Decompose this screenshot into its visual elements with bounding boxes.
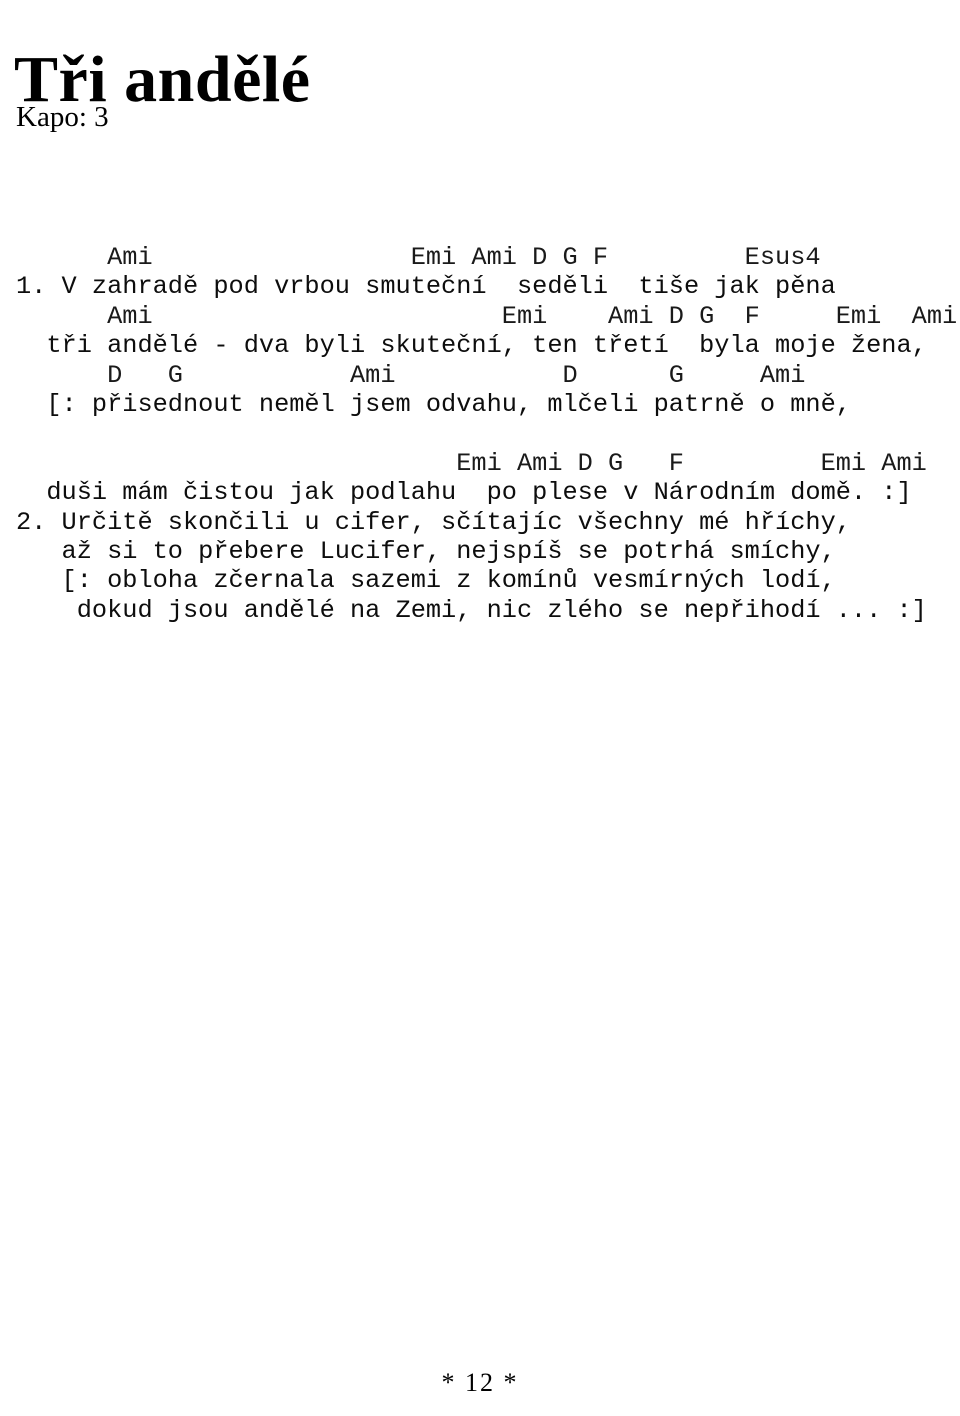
capo-label: Kapo: 3	[16, 101, 109, 133]
lyric-line: tři andělé - dva byli skuteční, ten třet…	[16, 331, 927, 361]
page-number-marker: * 12 *	[441, 1368, 519, 1397]
song-body: Ami Emi Ami D G F Esus4 1. V zahradě pod …	[16, 243, 960, 625]
lyric-line: [: přisednout neměl jsem odvahu, mlčeli …	[16, 389, 851, 419]
lyric-line: až si to přebere Lucifer, nejspíš se pot…	[16, 536, 836, 566]
lyric-line: 2. Určitě skončili u cifer, sčítajíc vše…	[16, 507, 851, 537]
lyric-line: dokud jsou andělé na Zemi, nic zlého se …	[16, 595, 927, 625]
chord-line: Emi Ami D G F Emi Ami	[16, 448, 927, 478]
lyric-line: duši mám čistou jak podlahu po plese v N…	[16, 478, 912, 508]
song-blank-line	[16, 419, 960, 448]
lyric-line: [: obloha zčernala sazemi z komínů vesmí…	[16, 566, 836, 596]
song-sheet-page: Tři andělé Kapo: 3 Ami Emi Ami D G F Esu…	[0, 0, 960, 1416]
chord-line: Ami Emi Ami D G F Emi Ami	[16, 301, 958, 331]
chord-line: Ami Emi Ami D G F Esus4	[16, 243, 821, 272]
lyric-line: 1. V zahradě pod vrbou smuteční seděli t…	[16, 272, 836, 302]
chord-line: D G Ami D G Ami	[16, 360, 806, 390]
